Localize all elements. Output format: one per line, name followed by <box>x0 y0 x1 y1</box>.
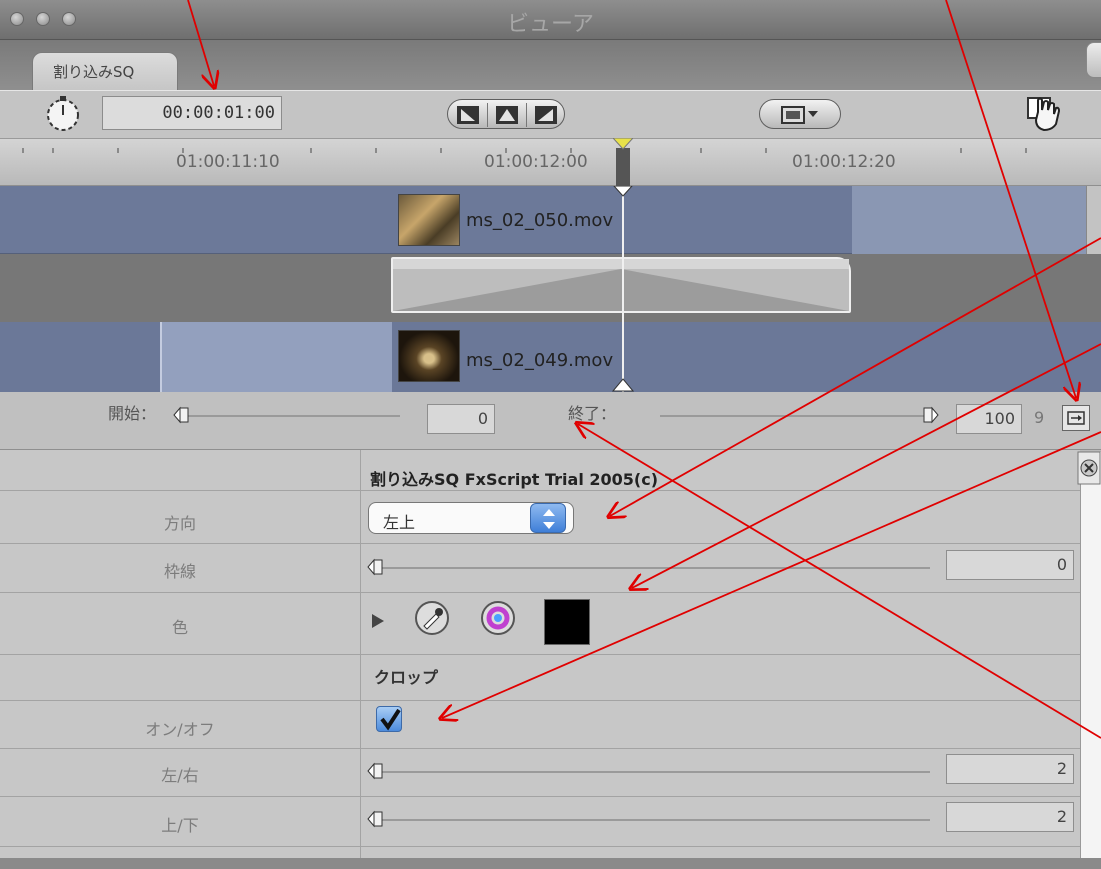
incoming-clip-name: ms_02_049.mov <box>466 350 614 371</box>
color-label: 色 <box>171 618 188 637</box>
end-suffix: 9 <box>1034 408 1045 427</box>
incoming-clip-head[interactable] <box>160 322 392 392</box>
direction-select-arrows[interactable] <box>530 503 566 533</box>
color-swatch[interactable] <box>544 599 590 645</box>
playhead-marker-icon[interactable] <box>613 138 633 150</box>
end-slider[interactable] <box>650 406 940 424</box>
row-divider <box>0 592 1080 593</box>
duration-timecode-field[interactable]: 00:00:01:00 <box>102 96 282 130</box>
crop-onoff-label: オン/オフ <box>145 720 215 739</box>
left-right-slider[interactable] <box>366 762 940 780</box>
direction-label: 方向 <box>163 514 196 533</box>
end-value-field[interactable]: 100 <box>956 404 1022 434</box>
checkmark-icon <box>380 708 401 731</box>
view-options-button[interactable] <box>759 99 841 129</box>
disclosure-triangle-icon[interactable] <box>370 612 386 630</box>
left-right-value-field[interactable]: 2 <box>946 754 1074 784</box>
edit-point-top-icon <box>613 186 633 197</box>
row-divider <box>0 490 1080 491</box>
slider-thumb-icon[interactable] <box>366 556 386 578</box>
playhead-line[interactable] <box>622 186 624 392</box>
view-popup-icon <box>781 106 818 124</box>
tab-effect[interactable]: 割り込みSQ <box>32 52 178 90</box>
align-start-icon[interactable] <box>456 105 480 125</box>
up-down-arrows-icon <box>543 509 555 529</box>
effect-header: 割り込みSQ FxScript Trial 2005(c) <box>370 470 659 489</box>
outgoing-clip-thumbnail <box>398 194 460 246</box>
slider-thumb-icon[interactable] <box>366 760 386 782</box>
start-slider[interactable] <box>172 406 410 424</box>
crop-onoff-checkbox[interactable] <box>376 706 402 732</box>
window-title: ビューア <box>506 12 595 37</box>
crop-section-heading: クロップ <box>374 668 439 687</box>
align-center-icon[interactable] <box>495 105 519 125</box>
border-value-field[interactable]: 0 <box>946 550 1074 580</box>
duration-clock-icon <box>44 95 82 137</box>
row-divider <box>0 654 1080 655</box>
border-slider[interactable] <box>366 558 940 576</box>
side-panel <box>1080 452 1101 858</box>
top-bottom-label: 上/下 <box>161 816 199 835</box>
tab-scroll-button[interactable] <box>1086 42 1101 78</box>
eyedropper-icon[interactable] <box>414 600 450 636</box>
playhead-handle[interactable] <box>616 148 630 188</box>
border-label: 枠線 <box>163 562 196 581</box>
row-divider <box>0 700 1080 701</box>
slider-thumb-icon[interactable] <box>172 404 192 426</box>
start-value-field[interactable]: 0 <box>427 404 495 434</box>
row-divider <box>0 846 1080 847</box>
reverse-button[interactable] <box>1062 405 1090 431</box>
slider-thumb-icon[interactable] <box>366 808 386 830</box>
end-label: 終了： <box>568 404 617 423</box>
ruler-label: 01:00:12:00 <box>484 152 588 172</box>
row-divider <box>0 748 1080 749</box>
transition-bar[interactable] <box>391 257 851 313</box>
align-end-icon[interactable] <box>534 105 558 125</box>
start-label: 開始： <box>108 404 157 423</box>
transition-ramp-icon <box>393 259 849 311</box>
edit-point-bottom-icon <box>612 378 634 392</box>
slider-thumb-icon[interactable] <box>920 404 940 426</box>
ruler-label: 01:00:11:10 <box>176 152 280 172</box>
incoming-clip-thumbnail <box>398 330 460 382</box>
row-divider <box>0 543 1080 544</box>
reverse-icon <box>1067 411 1085 425</box>
left-right-label: 左/右 <box>161 766 199 785</box>
ruler-label: 01:00:12:20 <box>792 152 896 172</box>
top-bottom-slider[interactable] <box>366 810 940 828</box>
track-edge <box>1086 186 1101 254</box>
bottom-bar <box>0 858 1101 869</box>
close-effect-icon[interactable] <box>1077 451 1101 485</box>
top-bottom-value-field[interactable]: 2 <box>946 802 1074 832</box>
color-picker-icon[interactable] <box>480 600 516 636</box>
hand-drag-icon[interactable] <box>1022 92 1068 138</box>
row-divider <box>0 796 1080 797</box>
outgoing-clip-name: ms_02_050.mov <box>466 210 614 231</box>
alignment-segmented-control[interactable] <box>447 99 565 129</box>
